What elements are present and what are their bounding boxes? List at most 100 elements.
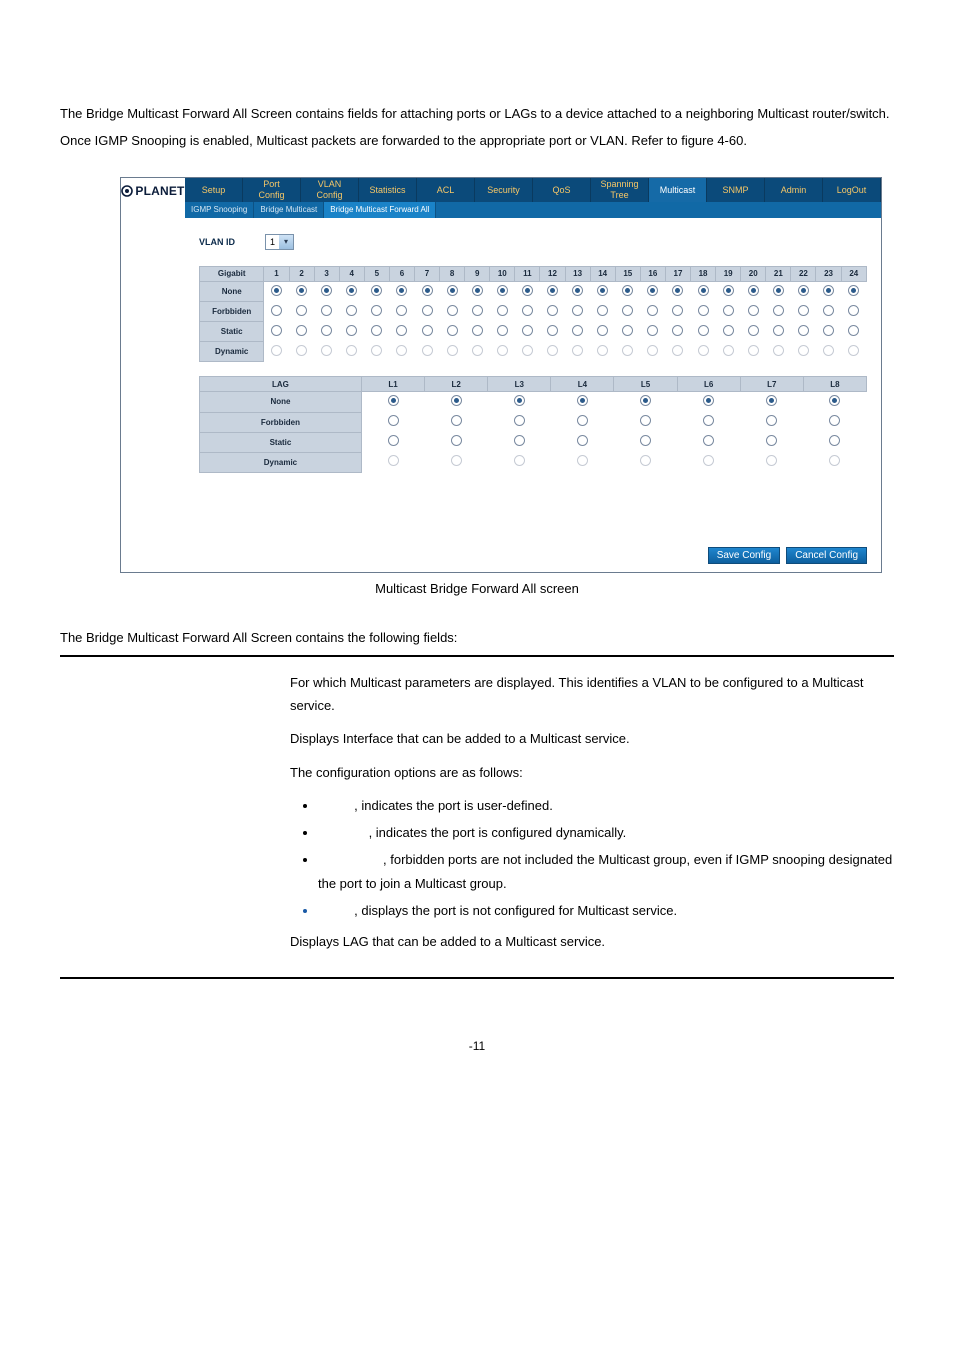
radio-forbbiden-23[interactable] (823, 305, 834, 316)
radio-forbbiden-6[interactable] (703, 415, 714, 426)
radio-static-24[interactable] (848, 325, 859, 336)
radio-none-5[interactable] (640, 395, 651, 406)
cancel-config-button[interactable]: Cancel Config (786, 547, 867, 564)
menu-tab-spanning-tree[interactable]: SpanningTree (591, 178, 649, 202)
submenu-bridge-multicast[interactable]: Bridge Multicast (254, 202, 324, 218)
radio-static-15[interactable] (622, 325, 633, 336)
radio-none-20[interactable] (748, 285, 759, 296)
radio-none-1[interactable] (271, 285, 282, 296)
radio-forbbiden-24[interactable] (848, 305, 859, 316)
radio-forbbiden-4[interactable] (577, 415, 588, 426)
menu-tab-logout[interactable]: LogOut (823, 178, 881, 202)
radio-none-7[interactable] (422, 285, 433, 296)
menu-tab-acl[interactable]: ACL (417, 178, 475, 202)
radio-forbbiden-14[interactable] (597, 305, 608, 316)
radio-forbbiden-9[interactable] (472, 305, 483, 316)
radio-static-13[interactable] (572, 325, 583, 336)
radio-forbbiden-1[interactable] (271, 305, 282, 316)
radio-forbbiden-20[interactable] (748, 305, 759, 316)
radio-none-10[interactable] (497, 285, 508, 296)
radio-none-23[interactable] (823, 285, 834, 296)
radio-forbbiden-6[interactable] (396, 305, 407, 316)
radio-none-9[interactable] (472, 285, 483, 296)
menu-tab-qos[interactable]: QoS (533, 178, 591, 202)
radio-static-8[interactable] (829, 435, 840, 446)
radio-static-7[interactable] (422, 325, 433, 336)
radio-forbbiden-3[interactable] (321, 305, 332, 316)
radio-none-12[interactable] (547, 285, 558, 296)
menu-tab-vlan-config[interactable]: VLANConfig (301, 178, 359, 202)
radio-forbbiden-1[interactable] (388, 415, 399, 426)
radio-forbbiden-19[interactable] (723, 305, 734, 316)
radio-none-3[interactable] (514, 395, 525, 406)
radio-none-6[interactable] (396, 285, 407, 296)
radio-forbbiden-5[interactable] (640, 415, 651, 426)
radio-static-21[interactable] (773, 325, 784, 336)
menu-tab-setup[interactable]: Setup (185, 178, 243, 202)
radio-none-24[interactable] (848, 285, 859, 296)
radio-none-17[interactable] (672, 285, 683, 296)
radio-static-6[interactable] (703, 435, 714, 446)
menu-tab-statistics[interactable]: Statistics (359, 178, 417, 202)
radio-none-1[interactable] (388, 395, 399, 406)
radio-none-6[interactable] (703, 395, 714, 406)
radio-static-18[interactable] (698, 325, 709, 336)
radio-none-2[interactable] (296, 285, 307, 296)
radio-none-4[interactable] (346, 285, 357, 296)
radio-none-15[interactable] (622, 285, 633, 296)
radio-forbbiden-2[interactable] (451, 415, 462, 426)
radio-forbbiden-4[interactable] (346, 305, 357, 316)
radio-none-14[interactable] (597, 285, 608, 296)
radio-forbbiden-22[interactable] (798, 305, 809, 316)
radio-static-16[interactable] (647, 325, 658, 336)
radio-static-4[interactable] (346, 325, 357, 336)
radio-none-13[interactable] (572, 285, 583, 296)
radio-static-2[interactable] (296, 325, 307, 336)
submenu-igmp-snooping[interactable]: IGMP Snooping (185, 202, 254, 218)
radio-none-11[interactable] (522, 285, 533, 296)
radio-static-1[interactable] (388, 435, 399, 446)
radio-forbbiden-5[interactable] (371, 305, 382, 316)
radio-none-2[interactable] (451, 395, 462, 406)
radio-forbbiden-10[interactable] (497, 305, 508, 316)
radio-none-22[interactable] (798, 285, 809, 296)
submenu-bridge-multicast-forward-all[interactable]: Bridge Multicast Forward All (324, 202, 436, 218)
radio-forbbiden-11[interactable] (522, 305, 533, 316)
radio-static-23[interactable] (823, 325, 834, 336)
radio-none-8[interactable] (829, 395, 840, 406)
radio-none-7[interactable] (766, 395, 777, 406)
menu-tab-admin[interactable]: Admin (765, 178, 823, 202)
radio-none-8[interactable] (447, 285, 458, 296)
radio-static-1[interactable] (271, 325, 282, 336)
radio-static-14[interactable] (597, 325, 608, 336)
radio-static-20[interactable] (748, 325, 759, 336)
radio-forbbiden-3[interactable] (514, 415, 525, 426)
radio-forbbiden-13[interactable] (572, 305, 583, 316)
radio-forbbiden-8[interactable] (447, 305, 458, 316)
radio-forbbiden-18[interactable] (698, 305, 709, 316)
radio-static-5[interactable] (640, 435, 651, 446)
menu-tab-snmp[interactable]: SNMP (707, 178, 765, 202)
radio-static-12[interactable] (547, 325, 558, 336)
radio-forbbiden-17[interactable] (672, 305, 683, 316)
save-config-button[interactable]: Save Config (708, 547, 780, 564)
radio-forbbiden-7[interactable] (766, 415, 777, 426)
radio-static-4[interactable] (577, 435, 588, 446)
radio-none-4[interactable] (577, 395, 588, 406)
radio-forbbiden-15[interactable] (622, 305, 633, 316)
radio-none-18[interactable] (698, 285, 709, 296)
radio-static-5[interactable] (371, 325, 382, 336)
radio-static-9[interactable] (472, 325, 483, 336)
radio-static-3[interactable] (514, 435, 525, 446)
menu-tab-security[interactable]: Security (475, 178, 533, 202)
radio-static-17[interactable] (672, 325, 683, 336)
radio-static-19[interactable] (723, 325, 734, 336)
radio-forbbiden-12[interactable] (547, 305, 558, 316)
radio-static-7[interactable] (766, 435, 777, 446)
radio-static-6[interactable] (396, 325, 407, 336)
radio-static-2[interactable] (451, 435, 462, 446)
radio-forbbiden-16[interactable] (647, 305, 658, 316)
radio-none-5[interactable] (371, 285, 382, 296)
radio-none-3[interactable] (321, 285, 332, 296)
radio-forbbiden-8[interactable] (829, 415, 840, 426)
